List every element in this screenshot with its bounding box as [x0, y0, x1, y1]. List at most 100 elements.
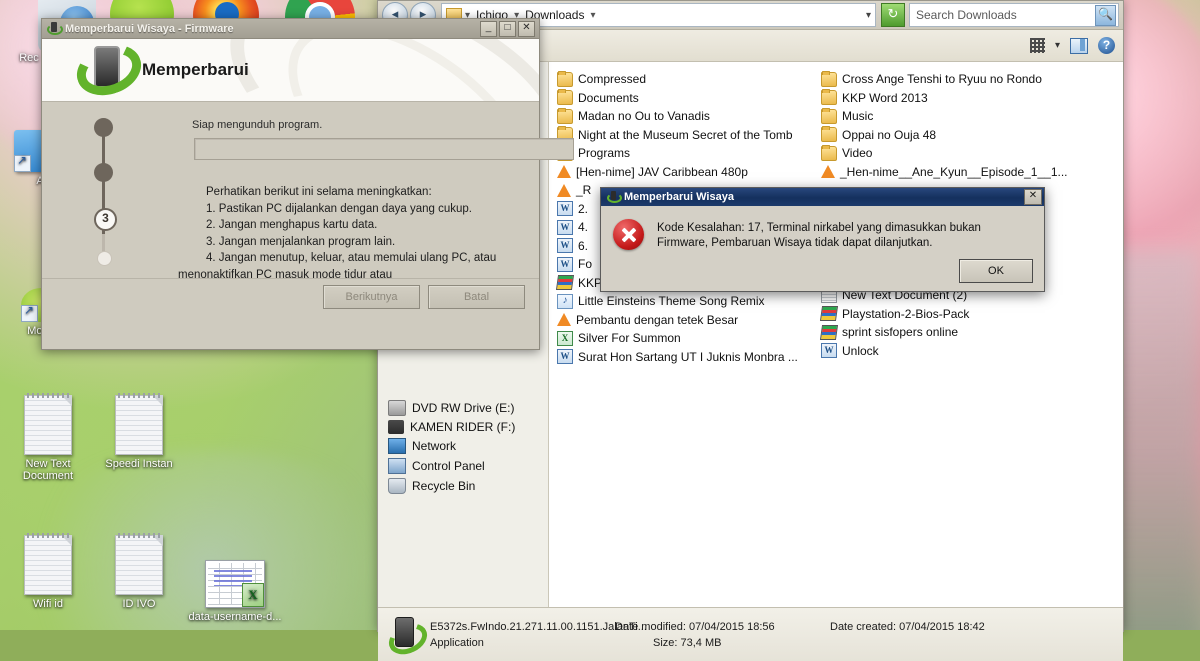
folder-icon — [821, 70, 837, 87]
list-item[interactable]: _Hen-nime__Ane_Kyun__Episode_1__1... — [821, 163, 1081, 182]
recycle-bin-label: Rec — [19, 52, 39, 64]
list-item[interactable]: Playstation-2-Bios-Pack — [819, 305, 1081, 324]
file-label: Madan no Ou to Vanadis — [578, 109, 710, 124]
books-icon — [555, 275, 575, 291]
desktop-icon-data-username[interactable]: X data-username-d... — [185, 560, 285, 623]
sidebar-item-dvd-drive[interactable]: DVD RW Drive (E:) — [378, 398, 548, 418]
firmware-wizard-window: Memperbarui Wisaya - Firmware _ □ ✕ Memp… — [41, 18, 574, 350]
status-size: Size: 73,4 MB — [653, 636, 722, 649]
sidebar-item-control-panel[interactable]: Control Panel — [378, 456, 548, 476]
excel-badge-icon: X — [242, 583, 264, 607]
file-label: Unlock — [842, 343, 879, 358]
cancel-button[interactable]: Batal — [428, 285, 525, 309]
refresh-arrow-icon — [69, 39, 149, 101]
file-label: 6. — [578, 238, 589, 253]
wizard-title-bar[interactable]: Memperbarui Wisaya - Firmware _ □ ✕ — [42, 19, 539, 39]
file-label: Compressed — [578, 72, 647, 87]
file-label: _Hen-nime__Ane_Kyun__Episode_1__1... — [840, 164, 1068, 179]
list-item[interactable]: Pembantu dengan tetek Besar — [557, 311, 807, 330]
page-title: Memperbarui — [142, 60, 249, 79]
wizard-notes: Perhatikan berikut ini selama meningkatk… — [178, 184, 532, 283]
music-icon: ♪ — [557, 293, 573, 309]
error-dialog-title-bar[interactable]: Memperbarui Wisaya ✕ — [601, 188, 1044, 206]
word-icon: W — [557, 238, 573, 254]
close-button[interactable]: ✕ — [518, 20, 535, 37]
list-item[interactable]: [Hen-nime] JAV Caribbean 480p — [557, 163, 807, 182]
list-item[interactable]: W Unlock — [821, 342, 1081, 361]
list-item[interactable]: Oppai no Ouja 48 — [821, 126, 1081, 145]
refresh-arrow-icon — [383, 617, 433, 660]
search-box[interactable]: Search Downloads 🔍 — [909, 3, 1119, 27]
next-button[interactable]: Berikutnya — [323, 285, 420, 309]
list-item[interactable]: W Surat Hon Sartang UT I Juknis Monbra ..… — [557, 348, 807, 367]
list-item[interactable]: Programs — [557, 144, 807, 163]
notepad-file-icon — [115, 393, 163, 455]
list-item[interactable]: KKP Word 2013 — [821, 89, 1081, 108]
close-icon[interactable]: ✕ — [1024, 189, 1042, 205]
list-item[interactable]: Madan no Ou to Vanadis — [557, 107, 807, 126]
device-refresh-icon — [69, 39, 149, 101]
file-label: Playstation-2-Bios-Pack — [842, 306, 970, 321]
refresh-button[interactable]: ↻ — [881, 3, 905, 27]
device-update-icon — [607, 191, 622, 203]
sidebar-item-label: Control Panel — [412, 459, 485, 473]
list-item[interactable]: sprint sisfopers online — [819, 323, 1081, 342]
books-icon — [819, 306, 839, 322]
desktop-icon-new-text-document[interactable]: New Text Document — [2, 393, 94, 482]
file-list-pane[interactable]: Compressed Documents Madan no Ou to Vana… — [549, 62, 1123, 607]
removable-drive-icon — [388, 420, 404, 434]
file-label: Silver For Summon — [578, 331, 681, 346]
list-item[interactable]: X Silver For Summon — [557, 329, 807, 348]
error-x-icon — [613, 219, 644, 250]
shortcut-arrow-icon — [14, 154, 31, 172]
help-icon[interactable]: ? — [1098, 37, 1115, 54]
refresh-arrow-icon — [47, 24, 63, 35]
word-icon: W — [821, 343, 837, 359]
desktop-icon-label: data-username-d... — [188, 611, 282, 623]
maximize-button[interactable]: □ — [499, 20, 516, 37]
vlc-icon — [821, 165, 835, 179]
ok-button[interactable]: OK — [959, 259, 1033, 283]
list-item[interactable]: Documents — [557, 89, 807, 108]
notepad-file-icon — [24, 533, 72, 595]
list-item[interactable]: Video — [821, 144, 1081, 163]
word-icon: W — [557, 349, 573, 365]
explorer-status-bar: E5372s.FwIndo.21.271.11.00.1151.JalanTi.… — [378, 607, 1123, 661]
list-item[interactable]: ♪ Little Einsteins Theme Song Remix — [557, 292, 807, 311]
sidebar-item-label: Network — [412, 439, 457, 453]
list-item[interactable]: Night at the Museum Secret of the Tomb — [557, 126, 807, 145]
file-label: Surat Hon Sartang UT I Juknis Monbra ... — [578, 349, 798, 364]
desktop-icon-speedi-instan[interactable]: Speedi Instan — [93, 393, 185, 470]
sidebar-item-kamen-rider[interactable]: KAMEN RIDER (F:) — [378, 418, 548, 436]
desktop-icon-wifi-id[interactable]: Wifi id — [2, 533, 94, 610]
search-icon[interactable]: 🔍 — [1095, 4, 1116, 26]
file-label: Cross Ange Tenshi to Ryuu no Rondo — [842, 72, 1042, 87]
desktop-icon-label: ID IVO — [122, 598, 156, 610]
folder-icon — [557, 70, 573, 87]
desktop-icon-id-ivo[interactable]: ID IVO — [93, 533, 185, 610]
sidebar-item-recycle-bin[interactable]: Recycle Bin — [378, 476, 548, 496]
notes-item-2: 2. Jangan menghapus kartu data. — [206, 219, 378, 231]
wizard-header: Memperbarui — [42, 39, 539, 102]
minimize-button[interactable]: _ — [480, 20, 497, 37]
wizard-footer: Berikutnya Batal — [42, 278, 539, 315]
list-item[interactable]: Music — [821, 107, 1081, 126]
list-item[interactable]: Compressed — [557, 70, 807, 89]
word-icon: W — [557, 256, 573, 272]
address-dropdown-chevron-icon[interactable]: ▾ — [866, 10, 871, 21]
file-label: 2. — [578, 201, 589, 216]
file-label: [Hen-nime] JAV Caribbean 480p — [576, 164, 748, 179]
search-input[interactable]: Search Downloads — [916, 8, 1095, 22]
step-indicator: 3 — [88, 116, 118, 266]
status-name-column: E5372s.FwIndo.21.271.11.00.1151.JalanTi.… — [430, 621, 647, 649]
wizard-status-text: Siap mengunduh program. — [192, 119, 323, 131]
file-label: sprint sisfopers online — [842, 325, 959, 340]
preview-pane-icon[interactable] — [1070, 37, 1088, 54]
sidebar-item-network[interactable]: Network — [378, 436, 548, 456]
device-update-icon — [47, 22, 63, 35]
view-layout-icon[interactable] — [1029, 38, 1045, 53]
application-icon — [383, 616, 433, 660]
view-chevron-down-icon[interactable]: ▾ — [1055, 40, 1060, 51]
list-item[interactable]: Cross Ange Tenshi to Ryuu no Rondo — [821, 70, 1081, 89]
notepad-file-icon — [24, 393, 72, 455]
